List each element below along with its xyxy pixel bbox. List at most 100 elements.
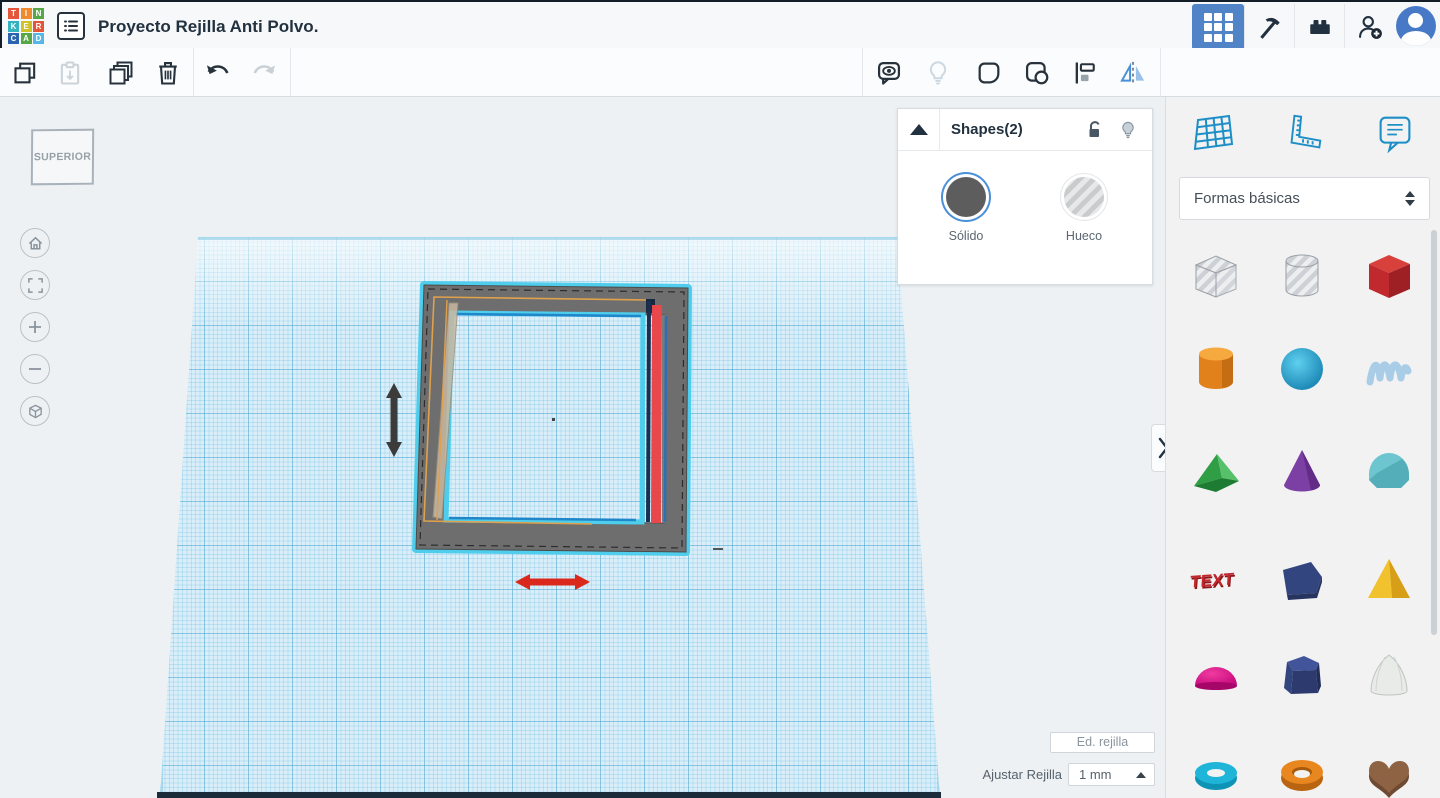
delete-icon[interactable]: [154, 59, 182, 87]
visibility-bulb-icon-disabled[interactable]: [924, 59, 952, 87]
visibility-bulb-icon[interactable]: [1118, 120, 1138, 140]
shape-box[interactable]: [1361, 248, 1417, 304]
zoom-in-button[interactable]: [20, 312, 50, 342]
red-bar[interactable]: [651, 305, 662, 523]
shape-paraboloid[interactable]: [1361, 648, 1417, 704]
material-option-solid[interactable]: Sólido: [934, 177, 998, 243]
category-label: Formas básicas: [1194, 190, 1300, 207]
page-title: Proyecto Rejilla Anti Polvo.: [98, 17, 319, 36]
shape-cone[interactable]: [1274, 443, 1330, 499]
redo-icon-disabled[interactable]: [250, 59, 278, 87]
center-dot: [552, 418, 555, 421]
shape-roof[interactable]: [1188, 443, 1244, 499]
logo-tile: E: [20, 20, 32, 32]
paste-icon-disabled[interactable]: [56, 59, 84, 87]
logo-tile: C: [8, 33, 19, 44]
notes-tool-icon[interactable]: [1370, 109, 1420, 159]
shape-category-dropdown[interactable]: Formas básicas: [1179, 177, 1430, 220]
shape-pyramid[interactable]: [1361, 552, 1417, 608]
app-header: T I N K E R C A D Proyecto Rejilla Anti …: [0, 0, 1440, 50]
logo-tile: T: [8, 8, 19, 19]
logo-tile: D: [33, 33, 44, 44]
shape-inspector-panel: Shapes(2) Sólido Hueco: [897, 108, 1153, 285]
zoom-out-button[interactable]: [20, 354, 50, 384]
material-option-hole[interactable]: Hueco: [1052, 177, 1116, 243]
selection-outline-inner: [443, 310, 646, 525]
group-icon[interactable]: [975, 59, 1003, 87]
shape-text[interactable]: TEXT TEXT: [1188, 552, 1244, 608]
sidebar-collapse-tab[interactable]: [1151, 424, 1165, 472]
logo-tile: R: [33, 20, 44, 32]
snap-grid-value: 1 mm: [1079, 767, 1112, 782]
add-person-icon[interactable]: [1344, 4, 1394, 50]
toolbar-separator: [1160, 48, 1161, 96]
workplane-tool-icon[interactable]: [1188, 109, 1238, 159]
logo-tile: K: [8, 20, 19, 32]
minecraft-pickaxe-icon[interactable]: [1244, 4, 1294, 50]
scale-horizontal-handle[interactable]: [515, 574, 590, 590]
shape-hexagonal-prism[interactable]: [1274, 648, 1330, 704]
solid-label: Sólido: [948, 229, 984, 243]
selected-object-frame[interactable]: [360, 255, 740, 615]
logo-tile: A: [20, 33, 32, 44]
tinkercad-logo[interactable]: T I N K E R C A D: [8, 8, 45, 45]
unlocked-padlock-icon[interactable]: [1085, 120, 1105, 140]
ruler-tool-icon[interactable]: [1279, 109, 1329, 159]
panel-title: Shapes(2): [951, 121, 1023, 138]
edit-grid-button[interactable]: Ed. rejilla: [1050, 732, 1155, 753]
shape-heart[interactable]: [1361, 748, 1417, 798]
viewcube[interactable]: SUPERIOR: [30, 128, 95, 186]
svg-text:TEXT: TEXT: [1189, 570, 1235, 592]
snap-grid-label: Ajustar Rejilla: [982, 767, 1062, 782]
dashboard-grid-icon[interactable]: [1192, 4, 1244, 50]
solid-swatch: [946, 177, 986, 217]
show-all-icon[interactable]: [875, 59, 903, 87]
orange-outline: [423, 296, 649, 525]
lego-brick-icon[interactable]: [1294, 4, 1344, 50]
panel-collapse-button[interactable]: [898, 108, 940, 151]
snap-grid-dropdown[interactable]: 1 mm: [1068, 763, 1155, 786]
shape-torus[interactable]: [1188, 748, 1244, 798]
home-view-button[interactable]: [20, 228, 50, 258]
align-icon[interactable]: [1071, 59, 1099, 87]
shape-half-sphere[interactable]: [1188, 648, 1244, 704]
shape-hollow-cylinder[interactable]: [1274, 248, 1330, 304]
toolbar-separator: [193, 48, 194, 96]
toolbar-separator: [862, 48, 863, 96]
shape-polygon[interactable]: [1274, 552, 1330, 608]
edit-toolbar: Importar Exportar Enviar a: [0, 48, 1440, 136]
dropdown-spinner-icon: [1405, 191, 1415, 206]
shape-sphere[interactable]: [1274, 341, 1330, 397]
shape-scribble[interactable]: [1361, 341, 1417, 397]
hole-label: Hueco: [1065, 229, 1103, 243]
blue-line: [663, 315, 668, 523]
shapes-sidebar: Formas básicas TEXT TEXT: [1165, 97, 1440, 798]
logo-tile: N: [33, 8, 44, 19]
copy-icon[interactable]: [12, 59, 40, 87]
shape-hollow-box[interactable]: [1188, 248, 1244, 304]
window-edge: [0, 2, 2, 50]
mirror-icon[interactable]: [1119, 59, 1147, 87]
avatar-head: [1408, 13, 1423, 28]
duplicate-icon[interactable]: [107, 59, 135, 87]
user-avatar[interactable]: [1396, 6, 1436, 46]
collapse-triangle-icon: [909, 124, 928, 135]
shape-tube[interactable]: [1274, 748, 1330, 798]
fit-view-button[interactable]: [20, 270, 50, 300]
undo-icon[interactable]: [204, 59, 232, 87]
logo-tile: I: [20, 8, 32, 19]
avatar-body: [1401, 31, 1431, 46]
navy-bar: [646, 301, 651, 522]
shape-cylinder[interactable]: [1188, 341, 1244, 397]
menu-list-icon[interactable]: [57, 12, 85, 40]
toolbar-separator: [290, 48, 291, 96]
dropdown-arrow-icon: [1136, 772, 1146, 778]
shape-round-roof[interactable]: [1361, 443, 1417, 499]
move-vertical-handle[interactable]: [386, 383, 402, 457]
sidebar-scrollbar[interactable]: [1431, 230, 1437, 635]
perspective-toggle-button[interactable]: [20, 396, 50, 426]
hole-swatch: [1064, 177, 1104, 217]
view-nav-column: [20, 228, 50, 426]
ungroup-icon[interactable]: [1023, 59, 1051, 87]
workplane-edge: [157, 792, 941, 798]
